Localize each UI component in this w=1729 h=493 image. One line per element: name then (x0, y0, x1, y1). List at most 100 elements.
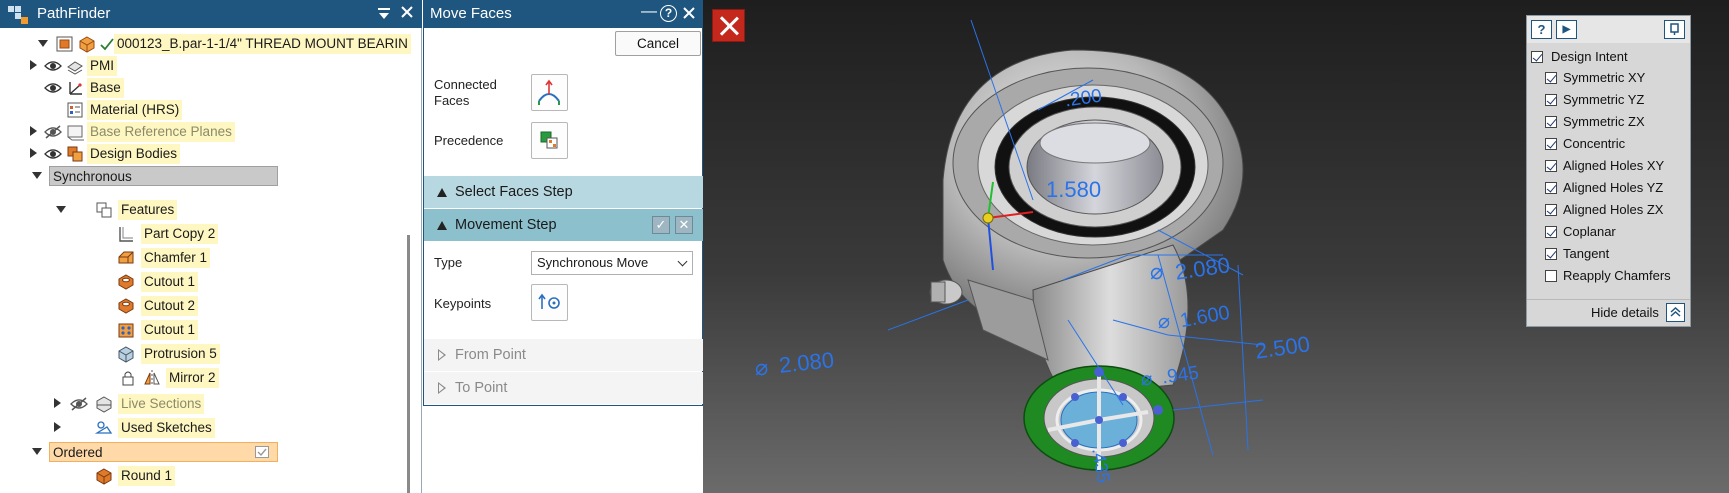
pathfinder-options-icon[interactable] (376, 6, 392, 22)
tree-item-chamfer-1[interactable]: Chamfer 1 (0, 247, 420, 269)
tree-item-cutout-1[interactable]: Cutout 1 (0, 271, 420, 293)
connected-faces-label: Connected Faces (434, 77, 497, 108)
tree-item-label: Part Copy 2 (141, 224, 219, 244)
eye-icon[interactable] (44, 59, 62, 73)
pathfinder-logo-icon (8, 6, 28, 24)
tree-item-label: Synchronous (49, 166, 278, 186)
tree-item-protrusion-5[interactable]: Protrusion 5 (0, 343, 420, 365)
checkbox-label: Tangent (1563, 246, 1610, 261)
from-point-label: From Point (455, 347, 526, 363)
keypoints-button[interactable] (531, 284, 568, 321)
expand-arrow-icon[interactable] (30, 60, 40, 70)
design-intent-panel: ? ▶ Design Intent Symmetric XY Symmetric… (1526, 15, 1691, 327)
tree-item-label: Used Sketches (118, 418, 215, 438)
diameter-symbol-icon: ⌀ (1141, 369, 1153, 390)
tree-item-label: Mirror 2 (166, 368, 219, 388)
hide-details-label[interactable]: Hide details (1591, 304, 1659, 322)
cutout-icon (118, 274, 134, 290)
checkbox[interactable] (1545, 160, 1557, 172)
checkbox[interactable] (1545, 116, 1557, 128)
tree-item-part-copy-2[interactable]: Part Copy 2 (0, 223, 420, 245)
tree-item-mirror-2[interactable]: Mirror 2 (0, 367, 420, 389)
tree-item-label: PMI (87, 56, 118, 76)
checkbox[interactable] (1531, 51, 1543, 63)
checkbox[interactable] (1545, 226, 1557, 238)
precedence-label: Precedence (434, 133, 504, 148)
type-select[interactable]: Synchronous Move (531, 251, 693, 275)
tree-item-used-sketches[interactable]: Used Sketches (0, 417, 420, 439)
cancel-button[interactable]: Cancel (615, 31, 701, 56)
pathfinder-scrollbar[interactable] (407, 235, 410, 493)
expand-arrow-icon[interactable] (30, 148, 40, 158)
part-copy-icon (119, 227, 133, 242)
select-faces-step-bar[interactable]: Select Faces Step (424, 176, 703, 208)
type-select-value: Synchronous Move (537, 255, 649, 270)
tree-item-design-bodies[interactable]: Design Bodies (0, 143, 420, 165)
expand-arrow-icon[interactable] (54, 422, 64, 432)
checkbox-label: Symmetric YZ (1563, 92, 1645, 107)
tree-item-base[interactable]: Base (0, 77, 420, 99)
collapse-arrow-icon[interactable] (32, 170, 42, 180)
eye-icon[interactable] (44, 147, 62, 161)
tree-item-label: Ordered (49, 442, 278, 462)
tree-item-live-sections[interactable]: Live Sections (0, 393, 420, 415)
eye-icon[interactable] (44, 81, 62, 95)
movement-step-bar[interactable]: Movement Step ✓ ✕ (424, 209, 703, 241)
accept-step-icon[interactable]: ✓ (652, 216, 670, 234)
checkbox[interactable] (1545, 204, 1557, 216)
tree-item-label: Round 1 (118, 466, 176, 486)
checkbox[interactable] (1545, 94, 1557, 106)
tree-root-row[interactable]: 000123_B.par-1-1/4" THREAD MOUNT BEARIN (0, 33, 420, 55)
cutout-pattern-icon (118, 323, 134, 338)
precedence-button[interactable] (531, 122, 568, 159)
tree-item-material[interactable]: Material (HRS) (0, 99, 420, 121)
collapse-arrow-icon[interactable] (56, 204, 66, 214)
pin-icon[interactable] (1664, 20, 1685, 39)
tree-item-round-1[interactable]: Round 1 (0, 465, 420, 487)
checkbox[interactable] (1545, 72, 1557, 84)
collapse-arrow-icon[interactable] (38, 38, 48, 48)
tree-item-cutout-2[interactable]: Cutout 2 (0, 295, 420, 317)
checkbox[interactable] (1545, 270, 1557, 282)
chevron-down-icon (677, 256, 688, 267)
tree-item-synchronous[interactable]: Synchronous (0, 165, 420, 187)
to-point-step-bar[interactable]: To Point (424, 372, 703, 404)
tree-item-label: Protrusion 5 (141, 344, 220, 364)
tree-item-label: Cutout 1 (141, 320, 199, 340)
synchronous-part-icon (79, 36, 95, 53)
material-table-icon (67, 102, 83, 118)
step-expanded-icon (437, 221, 447, 230)
checkbox[interactable] (1545, 138, 1557, 150)
eye-hidden-icon[interactable] (44, 125, 62, 139)
eye-hidden-icon[interactable] (70, 397, 88, 411)
step-collapsed-icon (438, 382, 446, 394)
tree-item-ordered[interactable]: Ordered (0, 441, 420, 463)
tree-item-pmi[interactable]: PMI (0, 55, 420, 77)
pathfinder-close-icon[interactable] (398, 4, 416, 22)
part-document-icon (56, 36, 73, 52)
dimension-text[interactable]: 1.580 (1046, 177, 1101, 203)
play-icon[interactable]: ▶ (1556, 20, 1577, 39)
tree-item-label: Cutout 1 (141, 272, 199, 292)
tree-item-base-reference-planes[interactable]: Base Reference Planes (0, 121, 420, 143)
checkbox[interactable] (1545, 248, 1557, 260)
collapse-details-icon[interactable] (1666, 303, 1685, 322)
collapse-arrow-icon[interactable] (32, 446, 42, 456)
protrusion-icon (118, 346, 134, 363)
chamfer-icon (118, 251, 134, 264)
help-icon[interactable]: ? (660, 5, 677, 22)
help-icon[interactable]: ? (1531, 20, 1552, 39)
from-point-step-bar[interactable]: From Point (424, 339, 703, 371)
mirror-icon (144, 370, 160, 386)
checkbox-label: Symmetric ZX (1563, 114, 1645, 129)
tree-item-features[interactable]: Features (0, 199, 420, 221)
expand-arrow-icon[interactable] (54, 398, 64, 408)
cancel-step-icon[interactable]: ✕ (675, 216, 693, 234)
minimize-icon[interactable]: — (641, 3, 657, 21)
connected-faces-button[interactable] (531, 74, 568, 111)
edit-mode-icon[interactable] (255, 446, 269, 458)
tree-item-cutout-1-pattern[interactable]: Cutout 1 (0, 319, 420, 341)
checkbox[interactable] (1545, 182, 1557, 194)
expand-arrow-icon[interactable] (30, 126, 40, 136)
close-icon[interactable] (682, 3, 696, 25)
